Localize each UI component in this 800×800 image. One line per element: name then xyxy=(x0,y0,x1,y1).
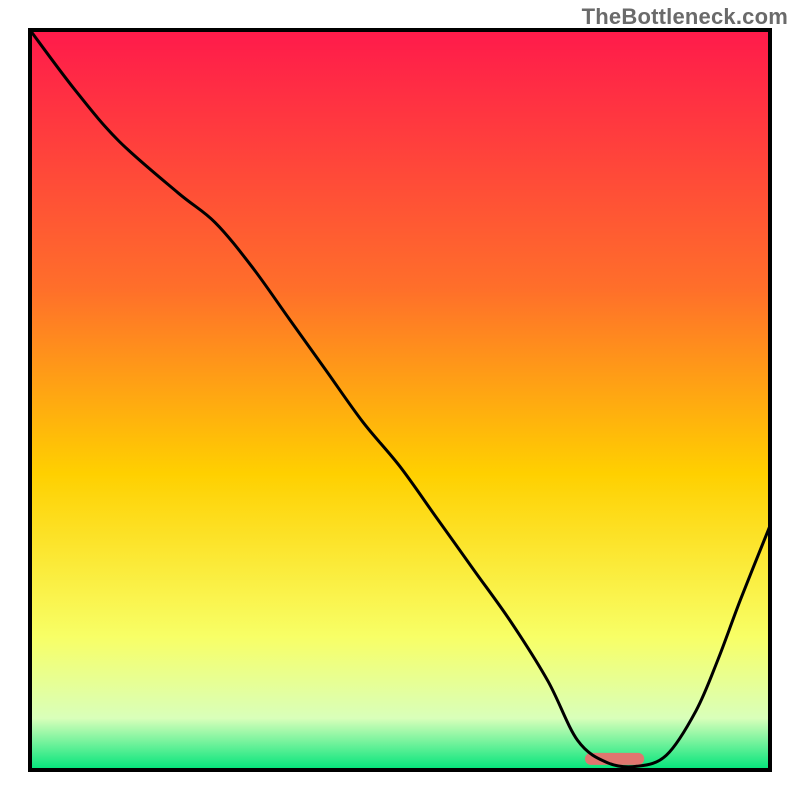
chart-container: { "watermark": "TheBottleneck.com", "cha… xyxy=(0,0,800,800)
bottleneck-chart xyxy=(0,0,800,800)
watermark-text: TheBottleneck.com xyxy=(582,4,788,30)
plot-background xyxy=(30,30,770,770)
